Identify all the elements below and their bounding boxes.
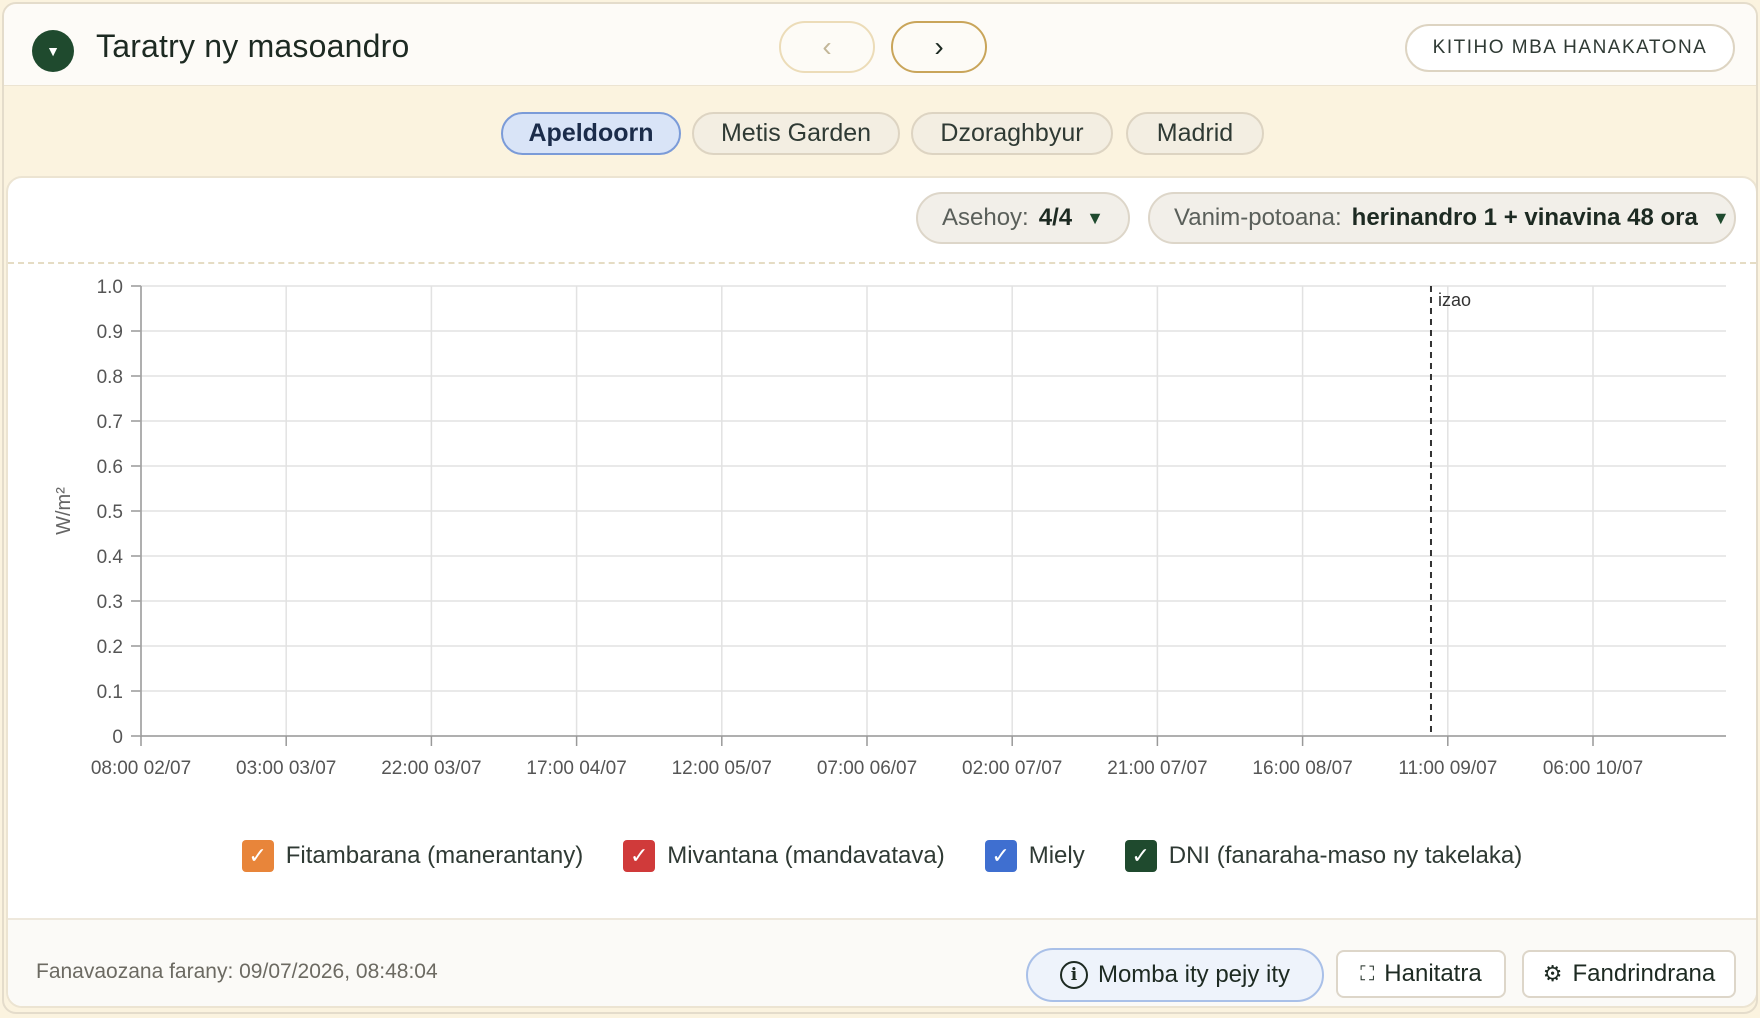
legend-item-global[interactable]: ✓ Fitambarana (manerantany) (241, 840, 584, 872)
irradiance-chart: 0 0.1 0.2 0.3 0.4 0.5 0.6 0.7 0.8 0.9 1.0 08:00 02/… (53, 277, 1726, 779)
y-tick-label: 0 (112, 727, 123, 748)
legend-label: Miely (1028, 842, 1085, 869)
y-axis-label: W/m² (53, 487, 75, 535)
x-tick-label: 16:00 08/07 (1252, 758, 1352, 779)
caret-down-icon: ▼ (1711, 207, 1730, 228)
chart-panel: Asehoy: 4/4 ▼ Vanim-potoana: herinandro … (6, 176, 1756, 1008)
chart-area: 0 0.1 0.2 0.3 0.4 0.5 0.6 0.7 0.8 0.9 1.0 08:00 02/… (8, 264, 1756, 834)
now-marker-label: izao (1438, 290, 1471, 310)
page-title: Taratry ny masoandro (96, 28, 410, 64)
x-tick-label: 21:00 07/07 (1107, 758, 1207, 779)
panel-footer: Fanavaozana farany: 09/07/2026, 08:48:04… (8, 918, 1756, 1006)
chart-toolbar: Asehoy: 4/4 ▼ Vanim-potoana: herinandro … (8, 178, 1756, 264)
tab-madrid[interactable]: Madrid (1126, 112, 1264, 155)
legend-item-dni[interactable]: ✓ DNI (fanaraha-maso ny takelaka) (1124, 840, 1523, 872)
x-tick-label: 22:00 03/07 (381, 758, 481, 779)
x-tick-label: 17:00 04/07 (526, 758, 626, 779)
location-tabs: Apeldoorn Metis Garden Dzoraghbyur Madri… (4, 112, 1756, 156)
y-tick-label: 0.9 (97, 322, 123, 343)
tab-apeldoorn[interactable]: Apeldoorn (501, 112, 681, 155)
tab-metis-garden[interactable]: Metis Garden (692, 112, 900, 155)
checkbox-checked-icon: ✓ (1124, 840, 1157, 872)
y-tick-label: 0.8 (97, 367, 123, 388)
header: ▼ Taratry ny masoandro ‹ › KITIHO MBA HA… (4, 4, 1756, 86)
y-tick-label: 0.5 (97, 502, 123, 523)
y-tick-label: 0.1 (97, 682, 123, 703)
x-tick-label: 12:00 05/07 (672, 758, 772, 779)
y-tick-label: 1.0 (97, 277, 123, 298)
expand-icon: ⛶ (1360, 962, 1375, 985)
y-tick-label: 0.6 (97, 457, 123, 478)
app-frame: ▼ Taratry ny masoandro ‹ › KITIHO MBA HA… (2, 2, 1758, 1014)
x-tick-label: 06:00 10/07 (1543, 758, 1643, 779)
range-select[interactable]: Vanim-potoana: herinandro 1 + vinavina 4… (1148, 192, 1736, 244)
range-select-value: herinandro 1 + vinavina 48 ora (1351, 204, 1698, 231)
y-tick-label: 0.4 (97, 547, 124, 568)
legend-item-direct[interactable]: ✓ Mivantana (mandavatava) (623, 840, 945, 872)
tab-dzoraghbyur[interactable]: Dzoraghbyur (911, 112, 1113, 155)
legend-label: Mivantana (mandavatava) (667, 842, 945, 869)
x-tick-label: 02:00 07/07 (962, 758, 1062, 779)
y-tick-label: 0.7 (97, 412, 123, 433)
caret-down-icon: ▼ (1086, 207, 1104, 228)
checkbox-checked-icon: ✓ (623, 840, 656, 872)
x-tick-label: 11:00 09/07 (1398, 758, 1497, 779)
gear-icon: ⚙ (1542, 961, 1563, 986)
about-page-button[interactable]: i Momba ity pejy ity (1026, 948, 1324, 1002)
chevron-left-icon: ‹ (822, 31, 832, 62)
series-select[interactable]: Asehoy: 4/4 ▼ (916, 192, 1130, 244)
range-select-label: Vanim-potoana: (1174, 204, 1342, 231)
fullscreen-label: Hanitatra (1384, 960, 1482, 987)
about-page-label: Momba ity pejy ity (1097, 961, 1291, 988)
checkbox-checked-icon: ✓ (241, 840, 274, 872)
y-tick-label: 0.3 (97, 592, 123, 613)
x-tick-label: 07:00 06/07 (817, 758, 917, 779)
settings-button[interactable]: ⚙ Fandrindrana (1522, 950, 1736, 998)
close-panel-button[interactable]: KITIHO MBA HANAKATONA (1405, 24, 1735, 72)
prev-button[interactable]: ‹ (779, 21, 875, 73)
x-tick-label: 08:00 02/07 (91, 758, 191, 779)
x-tick-label: 03:00 03/07 (236, 758, 336, 779)
collapse-toggle-button[interactable]: ▼ (32, 30, 74, 72)
triangle-down-icon: ▼ (46, 43, 60, 59)
checkbox-checked-icon: ✓ (984, 840, 1017, 872)
chart-legend: ✓ Fitambarana (manerantany) ✓ Mivantana … (8, 830, 1756, 882)
legend-label: DNI (fanaraha-maso ny takelaka) (1168, 842, 1523, 869)
last-update-text: Fanavaozana farany: 09/07/2026, 08:48:04 (36, 960, 438, 983)
info-icon: i (1059, 961, 1088, 989)
settings-label: Fandrindrana (1572, 960, 1716, 987)
legend-item-diffuse[interactable]: ✓ Miely (984, 840, 1085, 872)
y-tick-label: 0.2 (97, 637, 123, 658)
legend-label: Fitambarana (manerantany) (285, 842, 584, 869)
series-select-label: Asehoy: (942, 204, 1029, 231)
series-select-value: 4/4 (1038, 204, 1073, 231)
fullscreen-button[interactable]: ⛶ Hanitatra (1336, 950, 1506, 998)
chevron-right-icon: › (934, 31, 944, 62)
next-button[interactable]: › (891, 21, 987, 73)
